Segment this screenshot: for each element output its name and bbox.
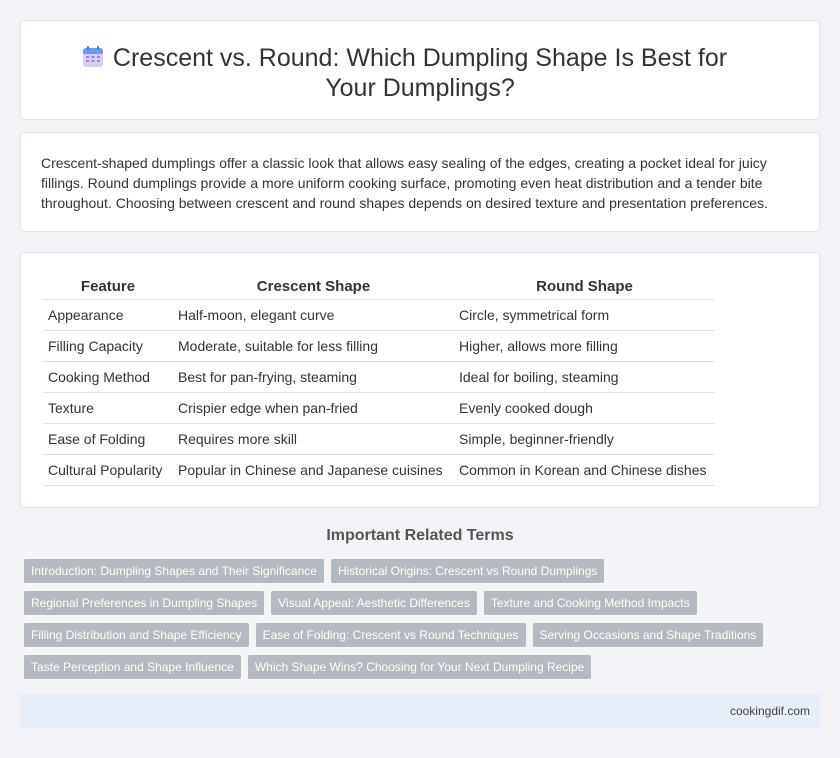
table-cell: Cooking Method [43,361,173,393]
related-term-link[interactable]: Regional Preferences in Dumpling Shapes [24,591,265,615]
table-cell: Ideal for boiling, steaming [454,361,715,393]
tag-row: Taste Perception and Shape Influence Whi… [24,655,804,679]
table-cell: Common in Korean and Chinese dishes [454,454,715,486]
related-term-link[interactable]: Taste Perception and Shape Influence [24,655,241,679]
table-cell: Filling Capacity [43,330,173,362]
related-term-link[interactable]: Ease of Folding: Crescent vs Round Techn… [255,623,526,647]
related-terms-heading: Important Related Terms [326,527,514,544]
table-row: Filling Capacity Moderate, suitable for … [43,330,715,362]
intro-card: Crescent-shaped dumplings offer a classi… [20,132,820,232]
table-cell: Appearance [43,299,173,331]
header-card: Crescent vs. Round: Which Dumpling Shape… [20,20,820,120]
related-term-link[interactable]: Visual Appeal: Aesthetic Differences [271,591,477,615]
table-cell: Circle, symmetrical form [454,299,715,331]
related-term-link[interactable]: Texture and Cooking Method Impacts [483,591,697,615]
table-cell: Requires more skill [173,423,454,455]
table-cell: Moderate, suitable for less filling [173,330,454,362]
table-cell: Texture [43,392,173,424]
tag-row: Introduction: Dumpling Shapes and Their … [24,559,804,583]
table-row: Cooking Method Best for pan-frying, stea… [43,361,715,393]
footer: cookingdif.com [20,694,820,728]
related-term-link[interactable]: Which Shape Wins? Choosing for Your Next… [247,655,592,679]
table-cell: Half-moon, elegant curve [173,299,454,331]
related-term-link[interactable]: Filling Distribution and Shape Efficienc… [24,623,249,647]
table-cell: Simple, beginner-friendly [454,423,715,455]
table-cell: Cultural Popularity [43,454,173,486]
site-name[interactable]: cookingdif.com [730,704,810,718]
column-header-round: Round Shape [454,275,715,300]
table-cell: Higher, allows more filling [454,330,715,362]
table-row: Ease of Folding Requires more skill Simp… [43,423,715,455]
intro-paragraph: Crescent-shaped dumplings offer a classi… [41,155,768,211]
page-title: Crescent vs. Round: Which Dumpling Shape… [112,44,728,102]
related-terms-list: Introduction: Dumpling Shapes and Their … [24,559,804,687]
table-row: Texture Crispier edge when pan-fried Eve… [43,392,715,424]
comparison-table: Feature Crescent Shape Round Shape Appea… [43,275,715,486]
table-cell: Best for pan-frying, steaming [173,361,454,393]
table-cell: Popular in Chinese and Japanese cuisines [173,454,454,486]
related-term-link[interactable]: Serving Occasions and Shape Traditions [532,623,764,647]
related-term-link[interactable]: Historical Origins: Crescent vs Round Du… [330,559,605,583]
tag-row: Filling Distribution and Shape Efficienc… [24,623,804,647]
table-cell: Evenly cooked dough [454,392,715,424]
related-term-link[interactable]: Introduction: Dumpling Shapes and Their … [24,559,324,583]
table-cell: Ease of Folding [43,423,173,455]
column-header-crescent: Crescent Shape [173,275,454,300]
column-header-feature: Feature [43,275,173,300]
tag-row: Regional Preferences in Dumpling Shapes … [24,591,804,615]
table-header-row: Feature Crescent Shape Round Shape [43,275,715,300]
comparison-card: Feature Crescent Shape Round Shape Appea… [20,252,820,508]
table-row: Cultural Popularity Popular in Chinese a… [43,454,715,486]
table-cell: Crispier edge when pan-fried [173,392,454,424]
table-row: Appearance Half-moon, elegant curve Circ… [43,299,715,331]
